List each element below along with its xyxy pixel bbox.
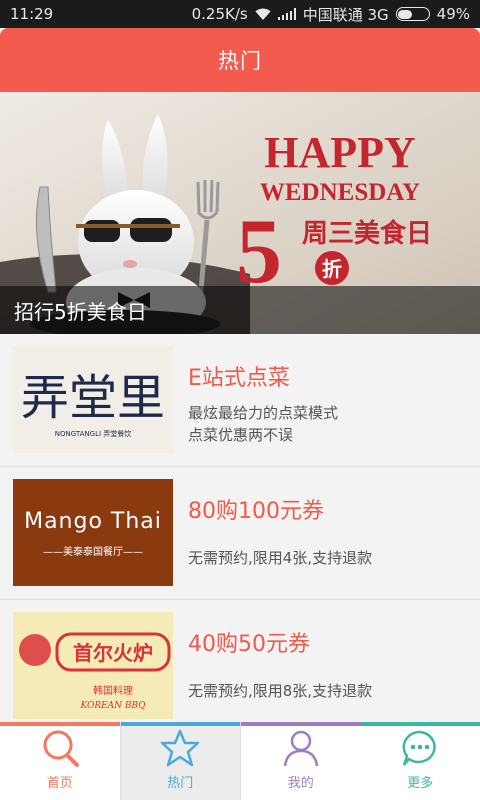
deal-item-mango-thai[interactable]: Mango Thai ——美泰泰国餐厅—— 80购100元券 无需预约,限用4张… bbox=[0, 467, 480, 600]
tab-label: 更多 bbox=[407, 776, 434, 791]
more-icon bbox=[402, 730, 436, 766]
banner-caption: 招行5折美食日 bbox=[0, 286, 480, 334]
page-title: 热门 bbox=[218, 49, 262, 73]
star-icon bbox=[161, 729, 200, 767]
tab-home[interactable]: 首页 bbox=[0, 722, 120, 800]
svg-text:弄堂里: 弄堂里 bbox=[21, 370, 165, 426]
search-icon bbox=[43, 730, 79, 767]
tab-accent-line bbox=[120, 722, 240, 726]
user-icon bbox=[283, 730, 318, 767]
bottom-tab-bar: 首页 热门 我的 更多 bbox=[0, 722, 480, 800]
app-header: 热门 bbox=[0, 28, 480, 92]
mango-thai-subtitle: ——美泰泰国餐厅—— bbox=[43, 547, 143, 558]
deal-list[interactable]: 弄堂里 NONGTANGLI 弄堂餐饮 E站式点菜 最炫最给力的点菜模式 点菜优… bbox=[0, 334, 480, 722]
svg-text:周三美食日: 周三美食日 bbox=[302, 218, 432, 249]
deal-thumbnail: 首尔火炉 韩国料理 KOREAN BBQ bbox=[13, 612, 173, 719]
tab-label: 热门 bbox=[167, 776, 194, 791]
wifi-icon bbox=[255, 8, 271, 20]
deal-thumbnail: 弄堂里 NONGTANGLI 弄堂餐饮 bbox=[13, 346, 173, 453]
battery-percent: 49% bbox=[436, 5, 470, 23]
battery-icon bbox=[395, 7, 430, 21]
tab-label: 首页 bbox=[46, 776, 73, 791]
deal-description: 无需预约,限用8张,支持退款 bbox=[188, 682, 373, 700]
deal-title: 40购50元券 bbox=[188, 632, 310, 657]
deal-item-nongtangli[interactable]: 弄堂里 NONGTANGLI 弄堂餐饮 E站式点菜 最炫最给力的点菜模式 点菜优… bbox=[0, 334, 480, 467]
status-time: 11:29 bbox=[10, 5, 54, 23]
tab-accent-line bbox=[241, 722, 361, 726]
mango-thai-logo: Mango Thai bbox=[24, 509, 162, 534]
svg-text:WEDNESDAY: WEDNESDAY bbox=[260, 179, 420, 206]
deal-item-korean-bbq[interactable]: 首尔火炉 韩国料理 KOREAN BBQ 40购50元券 无需预约,限用8张,支… bbox=[0, 600, 480, 722]
tab-accent-line bbox=[0, 722, 120, 726]
svg-text:HAPPY: HAPPY bbox=[264, 128, 416, 177]
nongtangli-logo: 弄堂里 NONGTANGLI 弄堂餐饮 bbox=[21, 370, 165, 438]
svg-text:折: 折 bbox=[322, 257, 342, 281]
network-speed: 0.25K/s bbox=[191, 5, 248, 23]
tab-label: 我的 bbox=[287, 776, 314, 791]
status-indicators: 0.25K/s 中国联通 3G 49% bbox=[192, 4, 470, 25]
status-bar: 11:29 0.25K/s 中国联通 3G 49% bbox=[0, 0, 480, 28]
svg-text:NONGTANGLI 弄堂餐饮: NONGTANGLI 弄堂餐饮 bbox=[55, 429, 132, 438]
deal-title: E站式点菜 bbox=[188, 366, 290, 391]
deal-description: 最炫最给力的点菜模式 点菜优惠两不误 bbox=[188, 404, 339, 444]
tab-more[interactable]: 更多 bbox=[360, 722, 480, 800]
deal-thumbnail: Mango Thai ——美泰泰国餐厅—— bbox=[13, 479, 173, 586]
promo-banner[interactable]: HAPPY WEDNESDAY 5 周三美食日 折 招行5折美食日 bbox=[0, 92, 480, 334]
tab-hot[interactable]: 热门 bbox=[119, 722, 241, 800]
deal-description: 无需预约,限用4张,支持退款 bbox=[188, 549, 373, 567]
carrier-name: 中国联通 3G bbox=[302, 5, 389, 24]
svg-text:首尔火炉: 首尔火炉 bbox=[73, 641, 153, 665]
svg-text:KOREAN BBQ: KOREAN BBQ bbox=[79, 701, 146, 711]
tab-accent-line bbox=[360, 722, 480, 726]
svg-text:韩国料理: 韩国料理 bbox=[93, 684, 133, 697]
signal-icon bbox=[277, 8, 296, 20]
korean-bbq-logo: 首尔火炉 韩国料理 KOREAN BBQ bbox=[19, 632, 171, 711]
deal-title: 80购100元券 bbox=[188, 499, 324, 524]
tab-mine[interactable]: 我的 bbox=[241, 722, 361, 800]
